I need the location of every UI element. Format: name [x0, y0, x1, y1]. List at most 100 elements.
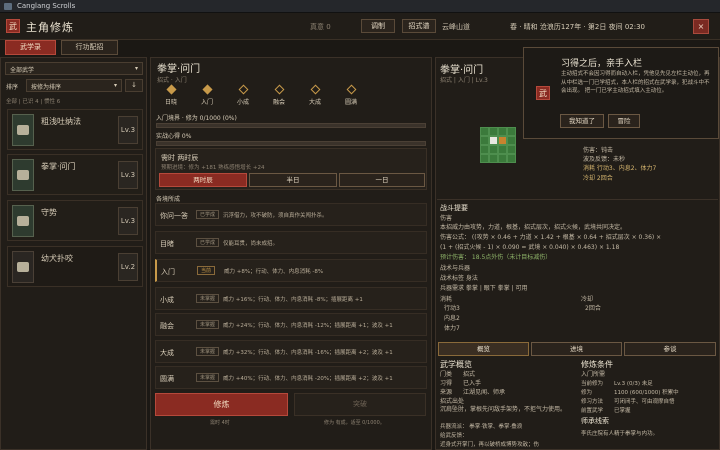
cost-title: 消耗	[440, 296, 453, 303]
hint-title: 习得之后，亲手入栏	[561, 59, 643, 69]
header-bar: 武 主角修炼 真意 0 调制 招式谱 云峰山道 春 · 晴和 沧浪历127年 ·…	[0, 13, 720, 40]
train-button[interactable]: 修炼	[155, 393, 288, 416]
skill-thumbnail	[12, 159, 34, 191]
skill-item[interactable]: 守势 Lv.3	[7, 200, 143, 241]
cost-item: 内息2	[444, 315, 460, 322]
subtab-discuss[interactable]: 参谈	[624, 342, 716, 356]
side-info: 伤害：钝击	[583, 147, 614, 154]
time-option-button[interactable]: 一日	[339, 173, 425, 187]
req-weapon: 兵器需求 拳掌 | 眼下 拳掌 | 可用	[440, 285, 528, 292]
page-title: 主角修炼	[26, 21, 74, 34]
stage-marker: 融会	[264, 84, 294, 106]
time-select-box: 需时 两时辰 预期进境：修为 +181 熟练感悟增长 +24 两时辰 半日 一日	[155, 148, 427, 190]
realm-progress-label: 入门境界 · 修为 0/1000 (0%)	[156, 115, 237, 122]
skill-level: Lv.3	[118, 116, 138, 144]
tab-martial[interactable]: 武学录	[5, 40, 56, 55]
skill-title: 拳掌·问门	[157, 64, 201, 75]
damage-desc: 本招威力由攻势，力道，根基，招式层次，招式火候，武境共同决定。	[440, 224, 627, 231]
cond-value: 1100 (600/1000) 积累中	[614, 390, 679, 396]
stage-badge: 已学成	[196, 238, 220, 247]
skill-name: 守势	[41, 208, 57, 217]
stage-badge: 未掌握	[196, 347, 220, 356]
damage-label: 伤害	[440, 215, 453, 222]
seal-icon: 武	[6, 19, 20, 33]
hint-ok-button[interactable]: 我知道了	[560, 114, 604, 128]
skill-thumbnail	[12, 205, 34, 237]
sort-order-button[interactable]: ↓	[125, 79, 143, 92]
chevron-down-icon: ▾	[134, 65, 138, 72]
sort-select[interactable]: 按修为排序 ▾	[26, 79, 122, 92]
datetime-label: 春 · 晴和 沧浪历127年 · 第2日 夜间 02:30	[510, 23, 646, 31]
cond-value: Lv.3 (0/3) 未足	[614, 381, 653, 387]
cond-key: 修习方法	[581, 399, 604, 405]
ov-value: 已入手	[463, 380, 482, 387]
seal-icon: 武	[536, 86, 550, 100]
train-note: 需时 4时	[210, 420, 230, 426]
heart-progress-label: 实战心得 0%	[156, 133, 192, 140]
skill-level: Lv.3	[118, 161, 138, 189]
skill-item[interactable]: 拳掌·问门 Lv.3	[7, 154, 143, 195]
filter-value: 全部武学	[10, 67, 35, 74]
cost-item: 行动3	[444, 305, 460, 312]
req-tag: 战术标签 身法	[440, 275, 478, 282]
self-marker	[489, 136, 498, 145]
stage-row: 目睹 已学成 仅能耳贯，尚未成招。	[155, 231, 427, 254]
diamond-icon	[238, 84, 248, 95]
filter-select[interactable]: 全部武学 ▾	[5, 62, 143, 75]
skill-item[interactable]: 幼犬扑咬 Lv.2	[7, 246, 143, 287]
skill-subtitle: 招式 · 入门	[157, 77, 187, 84]
cond-title: 修炼条件	[581, 360, 613, 369]
ov-key: 习得	[440, 380, 453, 387]
damage-formula: 伤害公式： ((攻势 × 0.46 + 力道 × 1.42 + 根基 × 0.6…	[440, 234, 662, 241]
ov-feedback: 给武反馈：	[440, 433, 468, 439]
breakthrough-button[interactable]: 突破	[294, 393, 426, 416]
skill-item[interactable]: 粗浅吐纳法 Lv.3	[7, 109, 143, 150]
close-button[interactable]: ×	[693, 19, 709, 34]
chevron-down-icon: ▾	[113, 82, 117, 89]
skill-list-panel: 全部武学 ▾ 排序 按修为排序 ▾ ↓ 全部 | 已识 4 | 惯性 6 粗浅吐…	[0, 57, 147, 450]
stage-row: 小成 未掌握 威力 +16%；行动、体力、内息消耗 -8%；插展距离 +1	[155, 287, 427, 310]
subtab-overview[interactable]: 概览	[438, 342, 529, 356]
tab-plan[interactable]: 行功配招	[61, 40, 118, 55]
hint-body: 主动招式不会因习得而自动入栏，凭他见先见左栏主动位，再从中栏选一门已学招式，本人…	[561, 71, 710, 94]
time-label: 需时 两时辰	[161, 154, 199, 162]
app-root: Canglang Scrolls 武 主角修炼 真意 0 调制 招式谱 云峰山道…	[0, 0, 720, 450]
stage-marker: 大成	[300, 84, 330, 106]
damage-formula-cont: (1 + (招式火候 - 1) × 0.090 = 武境 × 0.040) × …	[440, 244, 620, 251]
diamond-icon	[274, 84, 284, 95]
ov-desc: 沉肩坠肘，掌根先问敌手架势，不拒气力使用。	[440, 406, 567, 413]
stage-row: 融会 未掌握 威力 +24%；行动、体力、内息消耗 -12%；插展距离 +1；波及 …	[155, 313, 427, 336]
hint-popover: 武 习得之后，亲手入栏 主动招式不会因习得而自动入栏，凭他见先见左栏主动位，再从…	[523, 47, 719, 139]
skill-summary: 全部 | 已识 4 | 惯性 6	[6, 99, 61, 105]
zhen-qi-readout: 真意 0	[310, 23, 331, 31]
adjust-button[interactable]: 调制	[361, 19, 395, 33]
app-icon	[4, 3, 12, 10]
location-label: 云峰山道	[442, 23, 470, 31]
time-option-button[interactable]: 半日	[249, 173, 337, 187]
skill-name: 拳掌·问门	[41, 162, 76, 171]
req-title: 战术与兵器	[440, 265, 471, 272]
skill-name: 幼犬扑咬	[41, 254, 73, 263]
time-option-button[interactable]: 两时辰	[159, 173, 247, 187]
hint-skip-button[interactable]: 冒险	[608, 114, 640, 128]
ov-key: 来源	[440, 389, 453, 396]
stage-marker: 圆满	[336, 84, 366, 106]
cost-item: 体力7	[444, 325, 460, 332]
stage-section-title: 各境所成	[156, 196, 181, 203]
stage-row: 圆满 未掌握 威力 +40%；行动、体力、内息消耗 -20%；插展距离 +2；波及 …	[155, 366, 427, 389]
ov-key: 门类	[440, 371, 453, 378]
tactic-title: 战斗提要	[440, 204, 468, 212]
cd-title: 冷却	[581, 296, 594, 303]
cond-value: 已掌握	[614, 408, 631, 414]
cond-sub: 入门所需	[581, 371, 606, 378]
subtab-progress[interactable]: 进境	[531, 342, 622, 356]
stage-row-current: 入门 当前 威力 +8%；行动、体力、内息消耗 -8%	[155, 259, 427, 282]
stage-marker: 入门	[192, 84, 222, 106]
cond-key: 当前修为	[581, 381, 604, 387]
diamond-icon	[166, 84, 176, 95]
info-title: 拳掌·问门	[440, 65, 484, 76]
window-titlebar: Canglang Scrolls	[0, 0, 720, 13]
damage-predict: 预计伤害： 18.5点外伤（未计目标减伤）	[440, 254, 552, 261]
window-title: Canglang Scrolls	[17, 2, 76, 10]
stance-button[interactable]: 招式谱	[402, 19, 436, 33]
